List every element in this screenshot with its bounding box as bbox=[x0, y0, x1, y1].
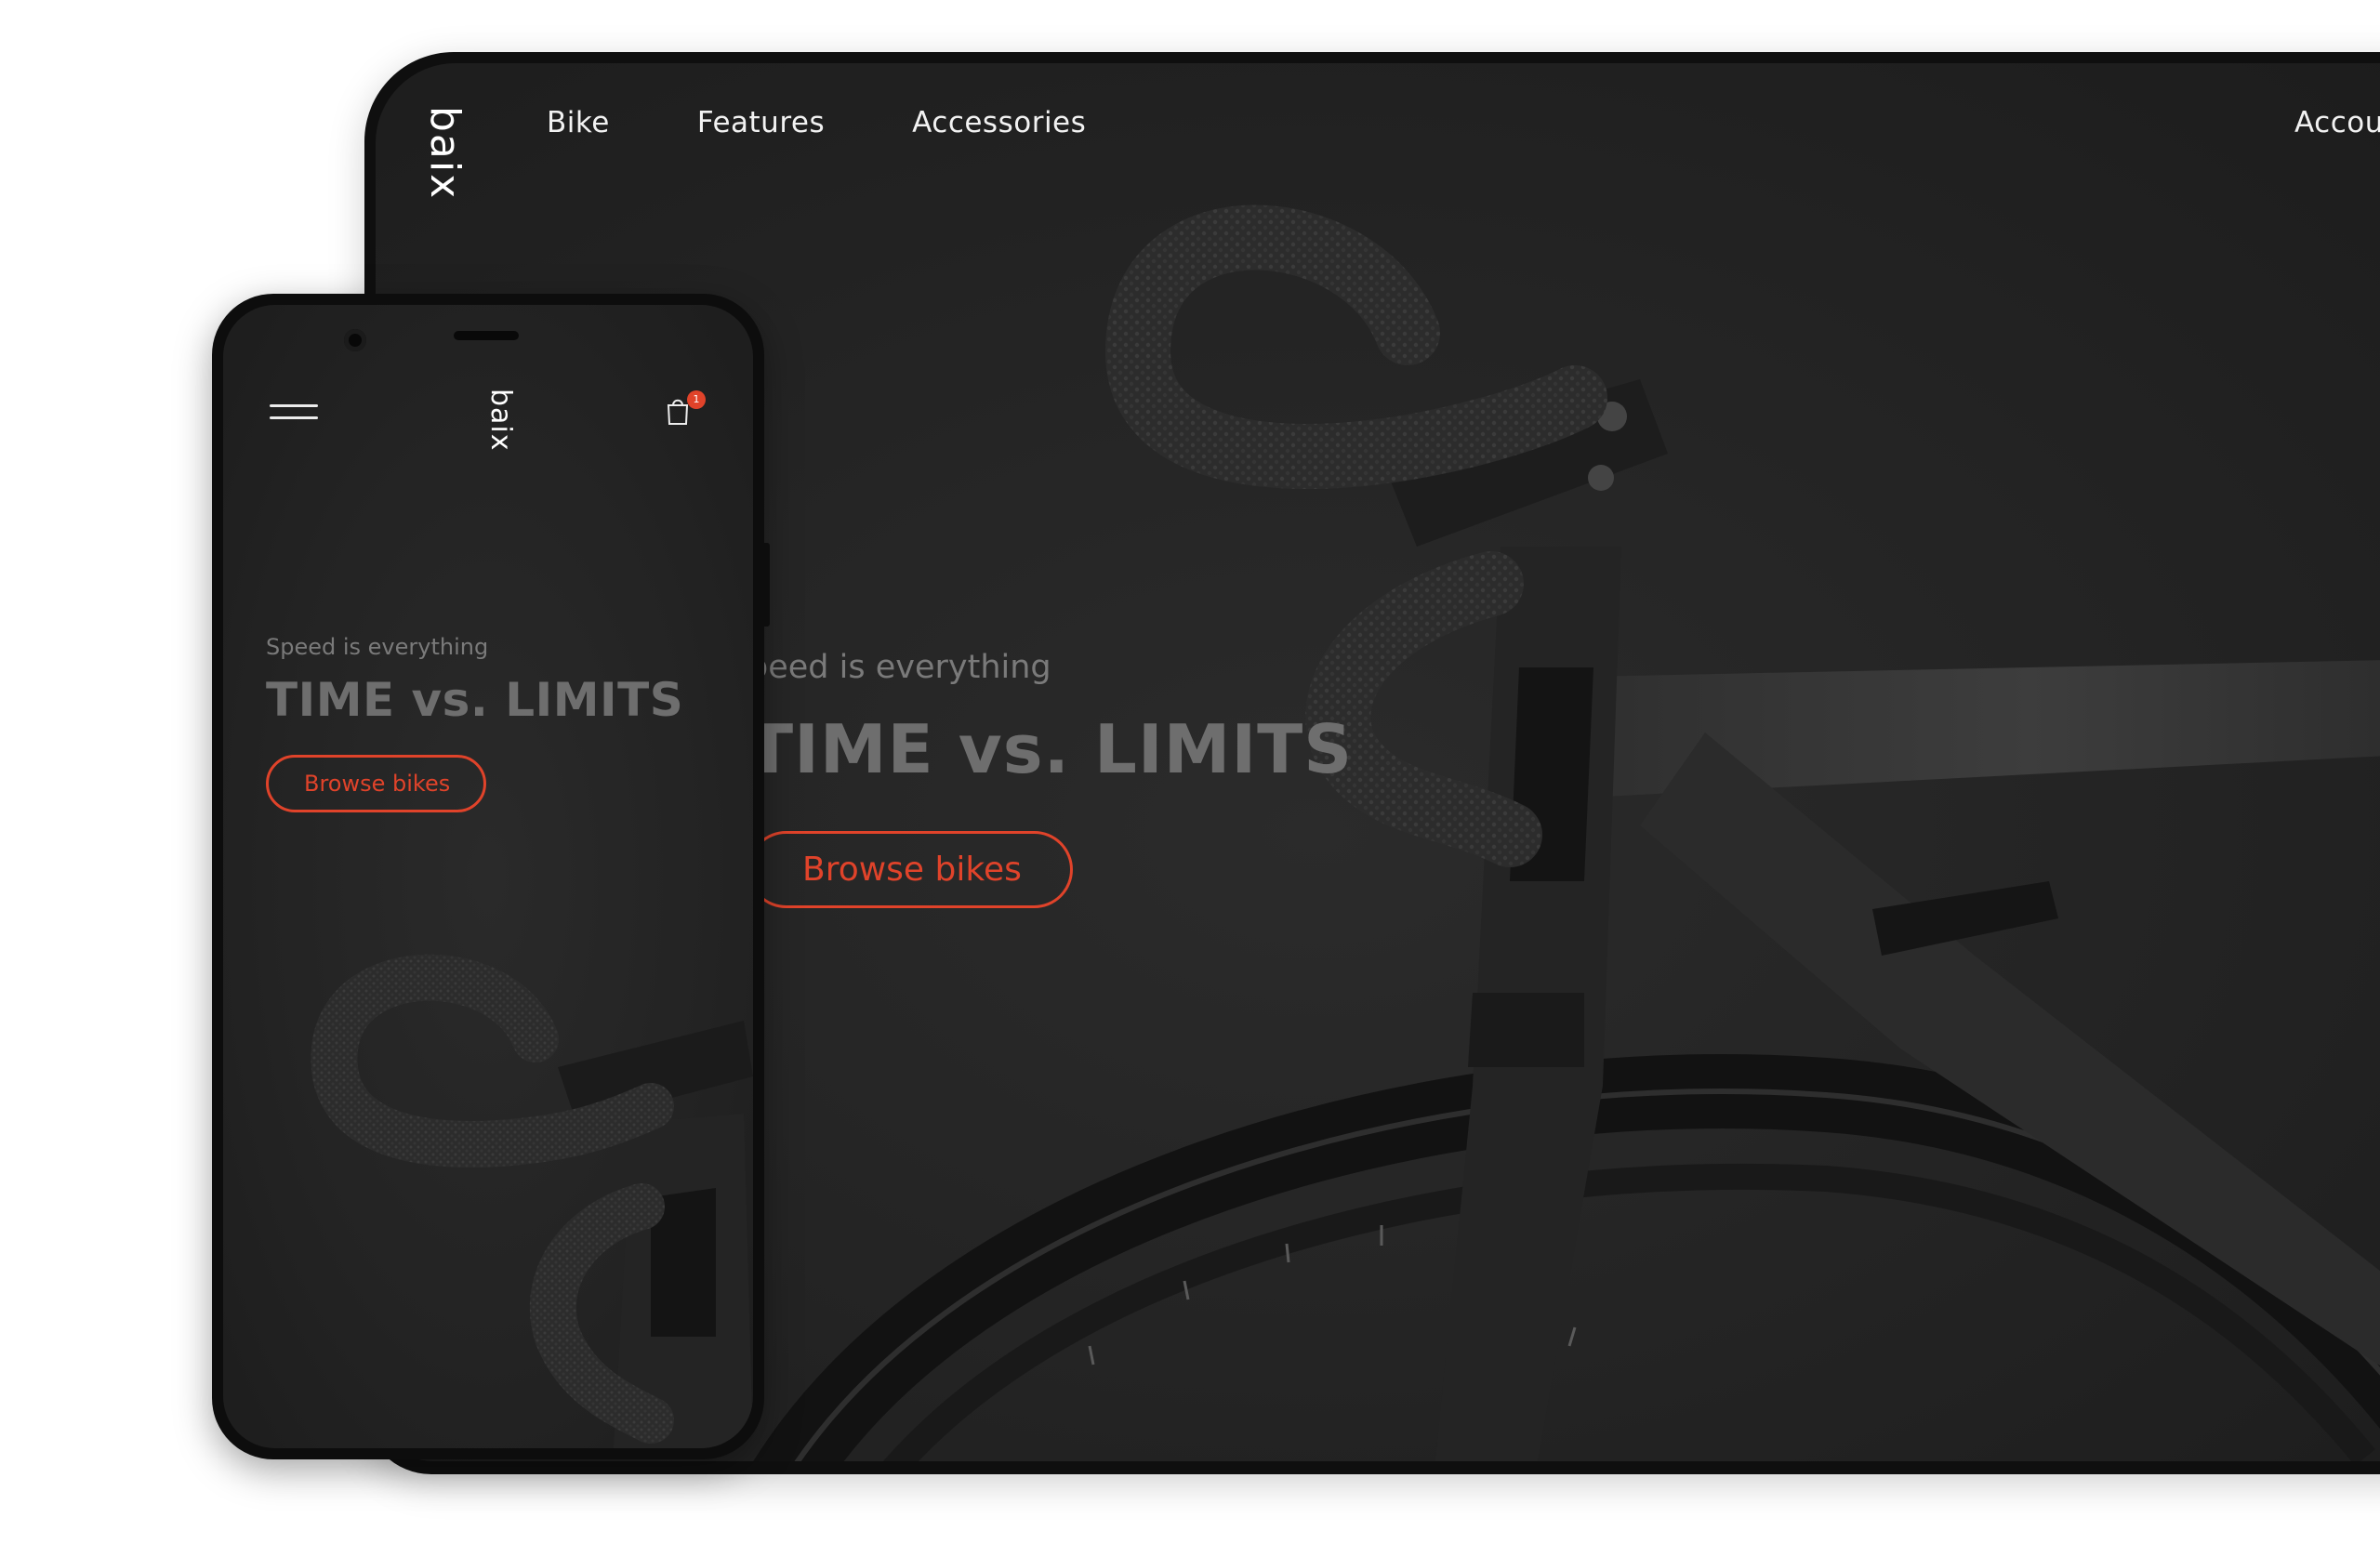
browse-bikes-button[interactable]: Browse bikes bbox=[747, 831, 1073, 908]
brand-logo-mobile[interactable]: baix bbox=[484, 389, 517, 452]
nav-item-bike[interactable]: Bike bbox=[547, 106, 610, 139]
main-nav: Bike Features Accessories bbox=[547, 106, 1086, 139]
nav-item-features[interactable]: Features bbox=[697, 106, 825, 139]
nav-item-accessories[interactable]: Accessories bbox=[912, 106, 1086, 139]
hero-section: peed is everything TIME vs. LIMITS Brows… bbox=[747, 649, 1353, 908]
browse-bikes-button-mobile[interactable]: Browse bikes bbox=[266, 755, 487, 812]
cart-count-badge: 1 bbox=[687, 390, 706, 409]
cart-button[interactable]: 1 bbox=[664, 390, 706, 433]
front-camera-icon bbox=[344, 329, 366, 351]
hero-title: TIME vs. LIMITS bbox=[747, 710, 1354, 788]
hero-title-mobile: TIME vs. LIMITS bbox=[266, 673, 684, 727]
phone-side-button bbox=[764, 543, 770, 627]
nav-item-account[interactable]: Accou bbox=[2294, 106, 2380, 139]
hero-subtitle-mobile: Speed is everything bbox=[266, 634, 489, 660]
phone-speaker bbox=[454, 331, 519, 340]
hero-section-mobile: Speed is everything TIME vs. LIMITS Brow… bbox=[266, 634, 683, 812]
bike-image-mobile bbox=[311, 954, 753, 1448]
mobile-screen: baix 1 Speed is everything TIME vs. LIMI… bbox=[223, 305, 753, 1448]
brand-logo[interactable]: baix bbox=[421, 106, 469, 200]
phone-device: baix 1 Speed is everything TIME vs. LIMI… bbox=[212, 294, 770, 1459]
hamburger-menu-icon[interactable] bbox=[270, 402, 318, 424]
hero-subtitle: peed is everything bbox=[747, 649, 1051, 686]
